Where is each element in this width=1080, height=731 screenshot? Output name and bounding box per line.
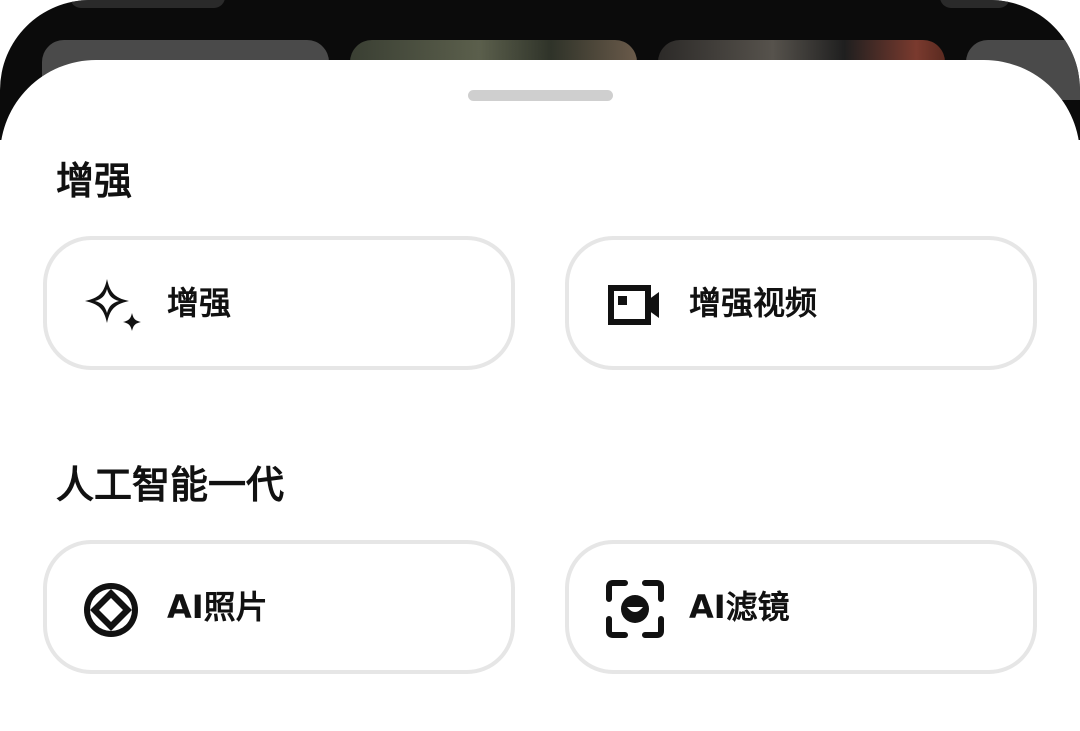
ai-photo-button-label: AI照片 [167,588,268,626]
ai-filter-button-label: AI滤镜 [689,588,790,626]
gallery-strip [70,0,225,8]
sparkle-icon [81,273,145,337]
section-title-enhance: 增强 [56,159,133,203]
screen: 增强 增强 增强视频 人工智能一代 AI照片 AI滤镜 [0,0,1080,731]
video-camera-icon [603,273,667,337]
enhance-button-label: 增强 [167,284,232,322]
section-title-ai-gen: 人工智能一代 [56,463,285,507]
enhance-video-button-label: 增强视频 [689,284,818,322]
ai-filter-button[interactable]: AI滤镜 [565,540,1037,674]
ai-photo-button[interactable]: AI照片 [43,540,515,674]
gallery-strip [940,0,1010,8]
sheet-drag-handle[interactable] [468,90,613,101]
enhance-video-button[interactable]: 增强视频 [565,236,1037,370]
enhance-button[interactable]: 增强 [43,236,515,370]
face-scan-icon [603,577,667,641]
diamond-circle-icon [81,577,145,641]
bottom-sheet: 增强 增强 增强视频 人工智能一代 AI照片 AI滤镜 [0,60,1080,731]
